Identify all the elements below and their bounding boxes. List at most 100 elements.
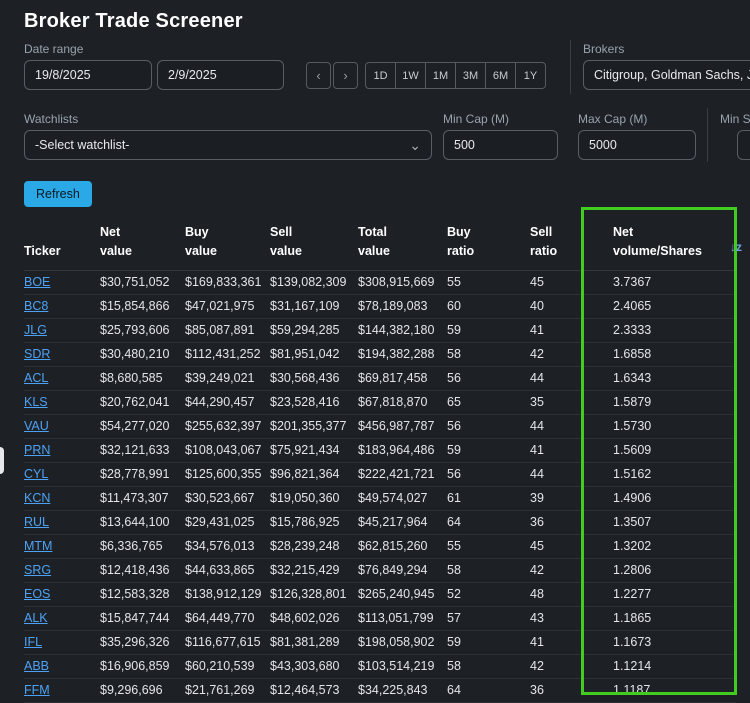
period-button-1m[interactable]: 1M <box>425 62 456 89</box>
table-cell: $255,632,397 <box>185 414 270 439</box>
ticker-link[interactable]: ACL <box>24 371 48 385</box>
ticker-link[interactable]: SRG <box>24 563 51 577</box>
table-cell: $125,600,355 <box>185 462 270 487</box>
table-cell: $139,082,309 <box>270 270 358 295</box>
ticker-link[interactable]: ABB <box>24 659 49 673</box>
table-cell: $43,303,680 <box>270 654 358 679</box>
min-cap-input[interactable] <box>443 130 558 160</box>
table-cell: $169,833,361 <box>185 270 270 295</box>
table-row: ALK $15,847,744 $64,449,770 $48,602,026 $113… <box>24 606 736 631</box>
table-cell: 1.5162 <box>613 462 736 487</box>
column-header[interactable]: Buy ratio <box>447 215 530 271</box>
ticker-link[interactable]: ALK <box>24 611 48 625</box>
period-button-6m[interactable]: 6M <box>485 62 516 89</box>
table-cell: $45,217,964 <box>358 510 447 535</box>
table-cell: 45 <box>530 534 613 559</box>
table-cell: 58 <box>447 342 530 367</box>
ticker-link[interactable]: EOS <box>24 587 50 601</box>
table-cell: $15,847,744 <box>100 606 185 631</box>
table-cell: $198,058,902 <box>358 630 447 655</box>
date-from-input[interactable] <box>24 60 152 90</box>
table-cell: 1.3507 <box>613 510 736 535</box>
table-cell: $103,514,219 <box>358 654 447 679</box>
table-cell: $308,915,669 <box>358 270 447 295</box>
date-range-label: Date range <box>24 42 84 56</box>
brokers-input[interactable] <box>583 60 750 90</box>
scroll-indicator[interactable] <box>0 447 4 474</box>
table-cell: 59 <box>447 438 530 463</box>
ticker-cell: SDR <box>24 342 100 367</box>
table-row: EOS $12,583,328 $138,912,129 $126,328,801 $2… <box>24 582 736 607</box>
table-cell: 43 <box>530 606 613 631</box>
next-arrow-button[interactable]: › <box>333 62 358 89</box>
ticker-link[interactable]: IFL <box>24 635 42 649</box>
ticker-link[interactable]: VAU <box>24 419 49 433</box>
column-header[interactable]: Net volume/Shares <box>613 215 736 271</box>
ticker-link[interactable]: FFM <box>24 683 50 697</box>
table-cell: $15,786,925 <box>270 510 358 535</box>
column-header[interactable]: Sell value <box>270 215 358 271</box>
ticker-link[interactable]: SDR <box>24 347 50 361</box>
column-header[interactable]: Total value <box>358 215 447 271</box>
ticker-cell: MTM <box>24 534 100 559</box>
date-to-input[interactable] <box>157 60 284 90</box>
table-cell: $222,421,721 <box>358 462 447 487</box>
prev-arrow-button[interactable]: ‹ <box>306 62 331 89</box>
ticker-cell: SRG <box>24 558 100 583</box>
table-cell: $144,382,180 <box>358 318 447 343</box>
ticker-link[interactable]: BC8 <box>24 299 48 313</box>
table-row: RUL $13,644,100 $29,431,025 $15,786,925 $45,… <box>24 510 736 535</box>
period-button-1w[interactable]: 1W <box>395 62 426 89</box>
table-cell: $183,964,486 <box>358 438 447 463</box>
ticker-link[interactable]: MTM <box>24 539 52 553</box>
ticker-link[interactable]: CYL <box>24 467 48 481</box>
table-row: SDR $30,480,210 $112,431,252 $81,951,042 $19… <box>24 342 736 367</box>
period-button-3m[interactable]: 3M <box>455 62 486 89</box>
table-cell: 48 <box>530 582 613 607</box>
table-cell: 1.6343 <box>613 366 736 391</box>
trade-table: Ticker Net value Buy value Sell value Total … <box>24 215 736 703</box>
table-cell: $108,043,067 <box>185 438 270 463</box>
max-cap-label: Max Cap (M) <box>578 112 648 126</box>
watchlist-select[interactable]: -Select watchlist- ⌄ <box>24 130 432 160</box>
table-cell: 41 <box>530 318 613 343</box>
ticker-cell: ALK <box>24 606 100 631</box>
ticker-link[interactable]: KCN <box>24 491 50 505</box>
ticker-cell: RUL <box>24 510 100 535</box>
period-button-1d[interactable]: 1D <box>365 62 396 89</box>
table-cell: 3.7367 <box>613 270 736 295</box>
ticker-link[interactable]: PRN <box>24 443 50 457</box>
column-header[interactable]: Net value <box>100 215 185 271</box>
max-cap-input[interactable] <box>578 130 696 160</box>
page-title: Broker Trade Screener <box>24 10 243 32</box>
ticker-cell: PRN <box>24 438 100 463</box>
table-cell: 2.3333 <box>613 318 736 343</box>
ticker-link[interactable]: RUL <box>24 515 49 529</box>
ticker-cell: EOS <box>24 582 100 607</box>
column-header[interactable]: Sell ratio <box>530 215 613 271</box>
table-cell: 1.1214 <box>613 654 736 679</box>
table-cell: 1.5609 <box>613 438 736 463</box>
table-header-row: Ticker Net value Buy value Sell value Total … <box>24 215 736 271</box>
sort-descending-icon[interactable]: ↓z <box>730 240 742 254</box>
table-cell: $15,854,866 <box>100 294 185 319</box>
table-cell: 1.2277 <box>613 582 736 607</box>
refresh-button[interactable]: Refresh <box>24 181 92 207</box>
min-s-input-partial[interactable] <box>737 130 750 160</box>
ticker-link[interactable]: BOE <box>24 275 50 289</box>
period-button-1y[interactable]: 1Y <box>515 62 546 89</box>
column-header[interactable]: Buy value <box>185 215 270 271</box>
table-cell: $30,480,210 <box>100 342 185 367</box>
table-cell: $76,849,294 <box>358 558 447 583</box>
min-s-label: Min S <box>720 112 750 126</box>
table-cell: 1.1673 <box>613 630 736 655</box>
ticker-link[interactable]: KLS <box>24 395 48 409</box>
table-cell: 40 <box>530 294 613 319</box>
table-cell: 56 <box>447 366 530 391</box>
column-header[interactable]: Ticker <box>24 215 100 271</box>
table-cell: $39,249,021 <box>185 366 270 391</box>
table-cell: 60 <box>447 294 530 319</box>
table-cell: $113,051,799 <box>358 606 447 631</box>
ticker-link[interactable]: JLG <box>24 323 47 337</box>
table-cell: 39 <box>530 486 613 511</box>
